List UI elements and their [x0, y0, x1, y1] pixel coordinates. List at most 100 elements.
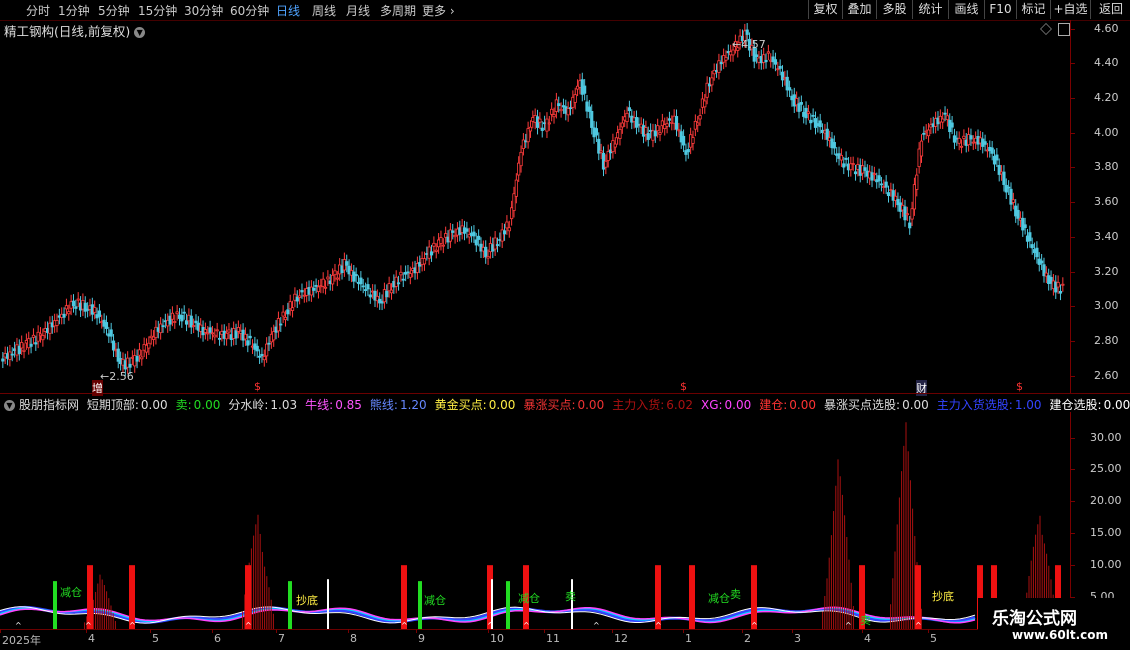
- candle: [686, 149, 690, 153]
- toolbar-button[interactable]: 叠加: [842, 0, 876, 19]
- candle: [568, 107, 573, 110]
- candle: [453, 234, 457, 238]
- indicator-field-value: 0.00: [577, 398, 605, 412]
- date-tick-mark: [276, 629, 277, 633]
- candle: [429, 251, 434, 256]
- candle: [248, 335, 252, 339]
- candle: [566, 108, 570, 116]
- candle: [1058, 290, 1063, 294]
- candle: [64, 305, 69, 310]
- date-tick-mark: [488, 629, 489, 633]
- candle: [1056, 281, 1060, 288]
- period-tab[interactable]: 15分钟: [138, 2, 177, 19]
- period-tab[interactable]: 30分钟: [184, 2, 223, 19]
- candle: [884, 181, 888, 188]
- panel-divider: [0, 393, 1130, 394]
- candle: [625, 112, 629, 123]
- signal-label: 减仓: [60, 585, 82, 599]
- indicator-field: 暴涨买点: 0.00: [523, 398, 608, 412]
- toolbar-button[interactable]: F10: [984, 0, 1016, 19]
- candle: [653, 130, 657, 137]
- toolbar-button[interactable]: 返回: [1090, 0, 1130, 19]
- candle: [983, 141, 987, 145]
- candle: [71, 300, 76, 307]
- date-tick-label: 4: [864, 632, 871, 645]
- candle: [93, 307, 97, 313]
- period-tab[interactable]: 60分钟: [230, 2, 269, 19]
- indicator-field-label: 分水岭:: [228, 398, 269, 412]
- candle: [385, 290, 389, 298]
- period-tab[interactable]: 周线: [312, 2, 336, 19]
- toolbar-button[interactable]: 统计: [912, 0, 948, 19]
- candle: [22, 349, 26, 352]
- candle: [502, 230, 507, 235]
- toolbar-button[interactable]: 复权: [808, 0, 842, 19]
- candle: [1035, 247, 1039, 258]
- event-marker-dollar[interactable]: $: [680, 380, 687, 393]
- event-marker-dollar[interactable]: $: [254, 380, 261, 393]
- candle: [111, 340, 116, 351]
- candle: [316, 286, 321, 292]
- date-tick-label: 10: [490, 632, 504, 645]
- indicator-field: 分水岭: 1.03: [228, 398, 301, 412]
- period-tab[interactable]: 1分钟: [58, 2, 90, 19]
- candle: [691, 137, 695, 144]
- period-tab[interactable]: 5分钟: [98, 2, 130, 19]
- period-tab[interactable]: 月线: [346, 2, 370, 19]
- event-marker-dollar[interactable]: $: [1016, 380, 1023, 393]
- candle: [766, 51, 770, 54]
- candle: [441, 244, 445, 247]
- candle: [333, 270, 337, 276]
- date-tick-mark: [928, 629, 929, 633]
- candle: [945, 115, 950, 121]
- toolbar-button[interactable]: +自选: [1050, 0, 1090, 19]
- indicator-field: 熊线: 1.20: [370, 398, 431, 412]
- indicator-field-value: 0.00: [1103, 398, 1130, 412]
- price-tick-mark: [1071, 271, 1075, 273]
- period-tab[interactable]: 多周期: [380, 2, 416, 19]
- indicator-field: 短期顶部: 0.00: [87, 398, 172, 412]
- candle: [818, 120, 822, 128]
- indicator-tick-mark: [1071, 565, 1075, 567]
- x-axis-line: [0, 629, 1070, 630]
- date-tick-mark: [0, 629, 1, 633]
- candle: [839, 155, 844, 161]
- price-tick-mark: [1071, 63, 1075, 65]
- price-tick-label: 3.80: [1094, 160, 1119, 174]
- chevron-down-icon[interactable]: ▼: [4, 400, 15, 411]
- indicator-field: 建仓选股: 0.00: [1050, 398, 1130, 412]
- period-tab[interactable]: 分时: [26, 2, 50, 19]
- top-signal-bar: [327, 579, 329, 629]
- indicator-field-value: 0.00: [193, 398, 221, 412]
- candle: [267, 342, 271, 345]
- more-periods-button[interactable]: 更多 ›: [422, 2, 455, 19]
- date-tick-mark: [150, 629, 151, 633]
- price-tick-label: 3.00: [1094, 299, 1119, 313]
- baseline-up-marker: ^: [487, 621, 494, 629]
- candle: [361, 285, 365, 288]
- indicator-field-label: 牛线:: [305, 398, 334, 412]
- candle: [422, 258, 427, 265]
- indicator-name[interactable]: 股朋指标网: [19, 398, 79, 412]
- low-price-label: ←2.56: [100, 370, 134, 383]
- candle: [283, 316, 288, 321]
- toolbar-button[interactable]: 画线: [948, 0, 984, 19]
- price-axis-line: [1070, 20, 1071, 393]
- period-tab[interactable]: 日线: [276, 2, 300, 19]
- candle: [886, 192, 891, 197]
- candle: [335, 277, 339, 280]
- candle: [1011, 199, 1015, 203]
- candle: [389, 289, 394, 294]
- candle: [922, 132, 926, 135]
- sell-signal-bar: [288, 581, 292, 629]
- candle: [62, 313, 66, 318]
- baseline-up-marker: ^: [401, 621, 408, 629]
- toolbar-button[interactable]: 标记: [1016, 0, 1050, 19]
- candle: [135, 356, 139, 362]
- candle: [368, 294, 372, 298]
- indicator-field-value: 0.00: [724, 398, 752, 412]
- date-tick-label: 7: [278, 632, 285, 645]
- toolbar-button[interactable]: 多股: [876, 0, 912, 19]
- candle: [941, 118, 945, 123]
- sell-signal-bar: [53, 581, 57, 629]
